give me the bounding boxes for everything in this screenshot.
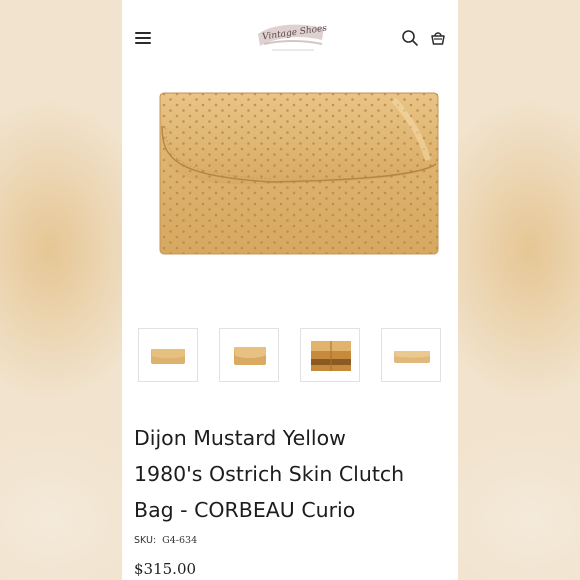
site-header: Vintage Shoes bbox=[122, 0, 458, 76]
product-title-line-3: Bag - CORBEAU Curio bbox=[134, 498, 356, 522]
product-title-line-2: 1980's Ostrich Skin Clutch bbox=[134, 462, 405, 486]
thumbnail-1[interactable] bbox=[138, 328, 198, 382]
hamburger-menu-icon[interactable] bbox=[135, 30, 153, 46]
product-sku: SKU: G4-634 bbox=[134, 535, 197, 546]
shopping-bag-icon[interactable] bbox=[429, 29, 447, 47]
product-price: $315.00 bbox=[134, 560, 197, 578]
product-title: Dijon Mustard Yellow 1980's Ostrich Skin… bbox=[134, 420, 450, 528]
thumbnail-4[interactable] bbox=[381, 328, 441, 382]
product-main-image[interactable] bbox=[122, 80, 458, 312]
sku-value: G4-634 bbox=[162, 535, 198, 546]
product-title-line-1: Dijon Mustard Yellow bbox=[134, 426, 346, 450]
thumbnail-3[interactable] bbox=[300, 328, 360, 382]
search-icon[interactable] bbox=[401, 29, 419, 47]
store-logo[interactable]: Vintage Shoes bbox=[252, 14, 332, 58]
phone-screen: Vintage Shoes Dijon Mustard Yellow 1980'… bbox=[122, 0, 458, 580]
sku-label: SKU: bbox=[134, 535, 157, 546]
thumbnail-2[interactable] bbox=[219, 328, 279, 382]
thumbnail-gallery bbox=[138, 328, 442, 384]
